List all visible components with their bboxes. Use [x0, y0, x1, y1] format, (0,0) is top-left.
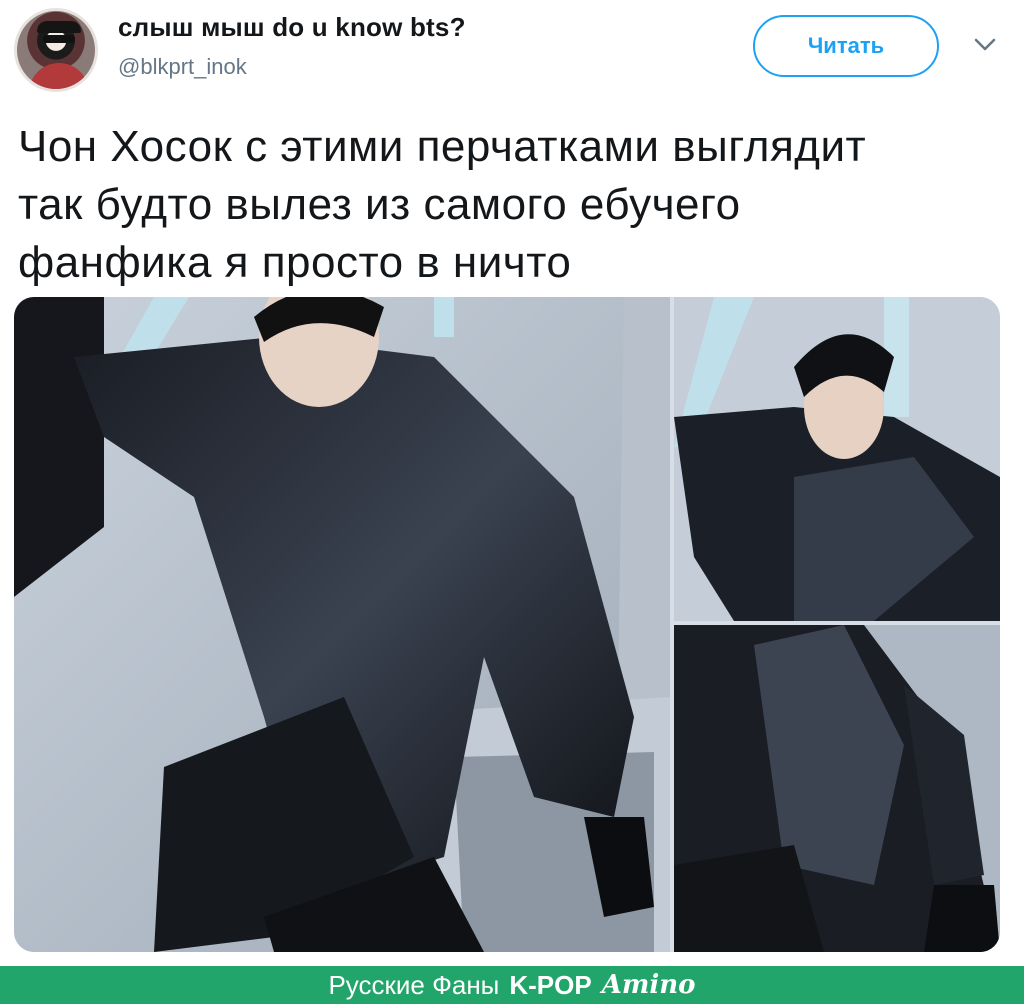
tweet-text-line: так будто вылез из самого ебучего: [18, 180, 741, 229]
avatar-hat: [37, 21, 81, 33]
photo-main[interactable]: [14, 297, 670, 952]
chevron-down-icon[interactable]: [970, 30, 1000, 60]
tweet-card: слыш мыш do u know bts? @blkprt_inok Чит…: [0, 0, 1024, 966]
avatar-glasses: [43, 35, 75, 43]
amino-watermark-bar: Русские Фаны K-POP Amino: [0, 966, 1024, 1004]
watermark-brand-script: Amino: [601, 970, 696, 1000]
avatar-shirt: [29, 63, 89, 89]
watermark-brand: K-POP: [509, 969, 592, 1000]
tweet-text-line: фанфика я просто в ничто: [18, 238, 572, 287]
user-avatar[interactable]: [14, 8, 98, 92]
photo-bottom-right[interactable]: [674, 625, 1000, 952]
photo-top-right[interactable]: [674, 297, 1000, 621]
author-display-name[interactable]: слыш мыш do u know bts?: [118, 12, 466, 43]
tweet-text-line: Чон Хосок с этими перчатками выглядит: [18, 122, 867, 171]
tweet-text: Чон Хосок с этими перчатками выглядит та…: [18, 118, 1008, 292]
author-handle[interactable]: @blkprt_inok: [118, 54, 247, 80]
follow-button[interactable]: Читать: [753, 15, 939, 77]
watermark-prefix: Русские Фаны: [328, 969, 500, 1000]
media-grid: [14, 297, 1000, 952]
